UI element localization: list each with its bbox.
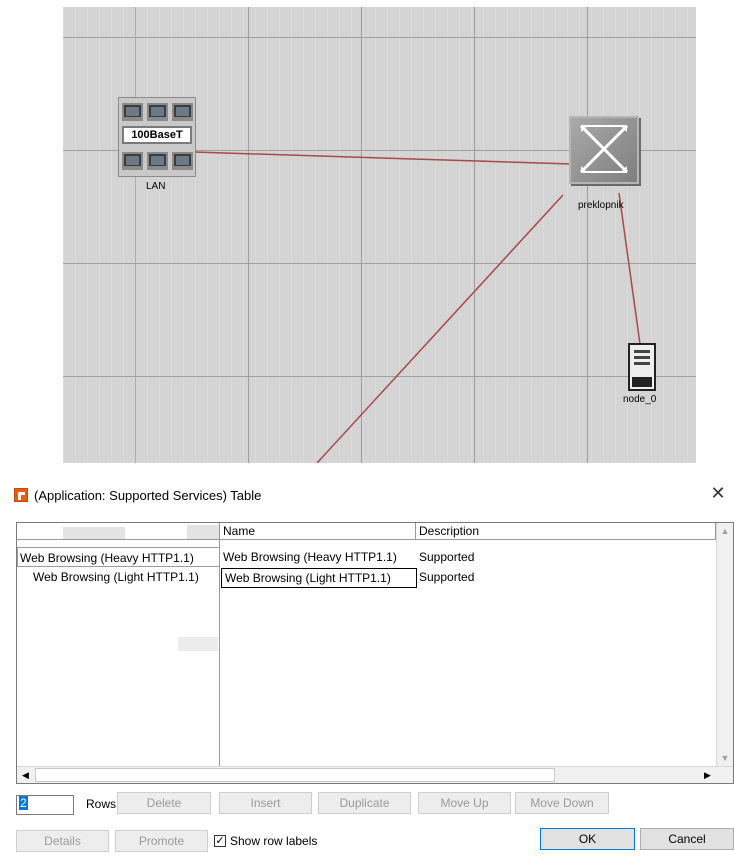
scroll-right-icon[interactable]: ▶ — [699, 767, 716, 783]
server-slot — [634, 362, 650, 365]
server-label: node_0 — [623, 394, 657, 405]
scroll-up-icon[interactable]: ▲ — [717, 523, 733, 540]
duplicate-button[interactable]: Duplicate — [318, 792, 411, 814]
switch-label: preklopnik — [578, 200, 624, 211]
promote-button[interactable]: Promote — [115, 830, 208, 852]
server-slot — [634, 350, 650, 353]
lan-node[interactable]: 100BaseT — [118, 97, 196, 177]
row-label[interactable]: Web Browsing (Light HTTP1.1) — [17, 567, 220, 587]
workstation-icon — [147, 152, 168, 170]
horizontal-scroll-thumb[interactable] — [35, 768, 555, 782]
cancel-button[interactable]: Cancel — [640, 828, 734, 850]
dialog-title: (Application: Supported Services) Table — [34, 487, 262, 503]
vertical-scrollbar[interactable]: ▲ ▼ — [716, 523, 733, 767]
cell-description[interactable]: Supported — [416, 547, 616, 567]
rows-count-input[interactable]: 2 — [16, 795, 74, 815]
cell-name[interactable]: Web Browsing (Heavy HTTP1.1) — [220, 547, 416, 567]
show-row-labels-checkbox[interactable]: ✓ — [214, 835, 226, 847]
row-label[interactable]: Web Browsing (Heavy HTTP1.1) — [17, 547, 220, 567]
horizontal-scrollbar[interactable]: ◀ ▶ — [17, 766, 733, 783]
server-node[interactable] — [628, 343, 656, 391]
lan-band-label: 100BaseT — [122, 126, 192, 144]
link-lan-switch[interactable] — [193, 151, 572, 165]
network-canvas[interactable]: 100BaseT LAN preklopnik node_0 — [63, 7, 696, 463]
cell-description[interactable]: Supported — [416, 567, 616, 587]
move-up-button[interactable]: Move Up — [418, 792, 511, 814]
insert-button[interactable]: Insert — [219, 792, 312, 814]
column-header-name[interactable]: Name — [220, 523, 416, 540]
workstation-icon — [147, 103, 168, 121]
switch-icon — [579, 124, 629, 174]
show-row-labels-toggle[interactable]: ✓ Show row labels — [214, 834, 317, 848]
server-base — [632, 377, 652, 387]
show-row-labels-label: Show row labels — [230, 834, 318, 848]
server-slot — [634, 356, 650, 359]
supported-services-dialog: (Application: Supported Services) Table … — [0, 470, 734, 857]
switch-node[interactable] — [569, 116, 639, 184]
close-button[interactable]: ✕ — [708, 482, 728, 504]
rows-count-value: 2 — [19, 796, 28, 810]
lan-label: LAN — [146, 181, 166, 192]
table-corner-header — [17, 523, 220, 540]
workstation-icon — [122, 103, 143, 121]
column-header-description[interactable]: Description — [416, 523, 716, 540]
dialog-titlebar: (Application: Supported Services) Table — [14, 485, 261, 505]
details-button[interactable]: Details — [16, 830, 109, 852]
network-links — [193, 151, 641, 463]
row-header-artifact — [178, 637, 218, 651]
delete-button[interactable]: Delete — [117, 792, 211, 814]
app-logo-icon — [14, 488, 28, 502]
workstation-icon — [172, 152, 193, 170]
move-down-button[interactable]: Move Down — [515, 792, 609, 814]
workstation-icon — [172, 103, 193, 121]
workstation-icon — [122, 152, 143, 170]
lan-workstations-bottom — [122, 152, 193, 170]
services-table[interactable]: Name Description Web Browsing (Heavy HTT… — [16, 522, 734, 784]
link-switch-offscreen[interactable] — [316, 194, 564, 463]
rows-label: Rows — [86, 797, 117, 811]
scroll-left-icon[interactable]: ◀ — [17, 767, 34, 783]
ok-button[interactable]: OK — [540, 828, 635, 850]
lan-workstations-top — [122, 103, 193, 121]
link-switch-server[interactable] — [618, 192, 641, 345]
scroll-down-icon[interactable]: ▼ — [717, 750, 733, 767]
cell-name-focused[interactable]: Web Browsing (Light HTTP1.1) — [221, 568, 417, 588]
